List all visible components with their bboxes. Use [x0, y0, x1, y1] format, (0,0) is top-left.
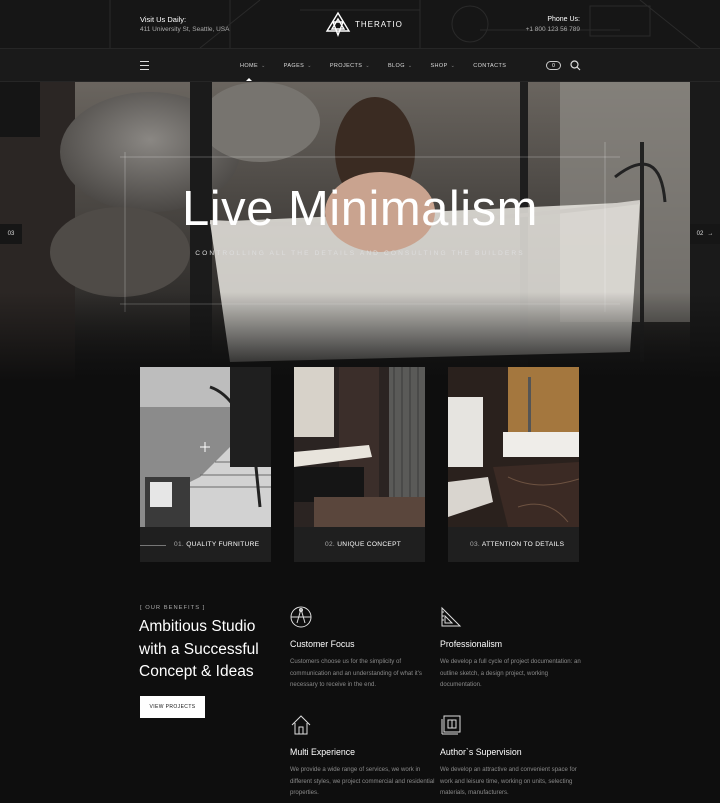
- main-nav: HOME ⌄ PAGES ⌄ PROJECTS ⌄ BLOG ⌄ SHOP ⌄ CONTA…: [240, 49, 524, 83]
- logo-icon: [325, 11, 351, 37]
- feature-title: Multi Experience: [290, 747, 356, 757]
- arrow-right-icon: →: [707, 231, 714, 237]
- top-bar: Visit Us Daily: 411 University St, Seatt…: [0, 0, 720, 48]
- feature-card-concept[interactable]: 02. UNIQUE CONCEPT: [294, 367, 425, 562]
- brand-name: THERATIO: [355, 19, 403, 29]
- chevron-down-icon: ⌄: [450, 63, 456, 69]
- card-caption: 01. QUALITY FURNITURE: [174, 541, 260, 548]
- feature-title: Author`s Supervision: [440, 747, 522, 757]
- phone-label: Phone Us:: [547, 16, 580, 23]
- compass-icon: [290, 606, 312, 628]
- view-projects-button[interactable]: VIEW PROJECTS: [140, 696, 205, 718]
- feature-text: We develop a full cycle of project docum…: [440, 658, 581, 689]
- ruler-triangle-icon: [441, 606, 462, 627]
- card-caption: 03. ATTENTION TO DETAILS: [470, 541, 565, 548]
- benefits-title: Ambitious Studio with a Successful Conce…: [139, 618, 259, 680]
- nav-item-home[interactable]: HOME ⌄: [240, 63, 266, 81]
- card-caption: 02. UNIQUE CONCEPT: [325, 541, 402, 548]
- visit-label: Visit Us Daily:: [140, 15, 187, 24]
- prev-slide-button[interactable]: 03: [0, 224, 22, 244]
- chevron-down-icon: ⌄: [261, 63, 266, 69]
- bathroom-sink-image: [294, 367, 425, 527]
- house-icon: [291, 715, 311, 735]
- site-logo[interactable]: THERATIO: [325, 11, 403, 37]
- phone-number[interactable]: +1 800 123 56 789: [526, 25, 580, 35]
- feature-card-details[interactable]: 03. ATTENTION TO DETAILS: [448, 367, 579, 562]
- benefits-tag: [ OUR BENEFITS ]: [140, 605, 206, 611]
- nav-item-shop[interactable]: SHOP ⌄: [430, 63, 455, 69]
- chevron-down-icon: ⌄: [407, 63, 413, 69]
- address-block: Visit Us Daily: 411 University St, Seatt…: [140, 15, 229, 35]
- phone-block: Phone Us: +1 800 123 56 789: [526, 15, 580, 35]
- address-text: 411 University St, Seattle, USA: [140, 26, 230, 33]
- hero-title: Live Minimalism: [181, 182, 538, 236]
- main-navbar: HOME ⌄ PAGES ⌄ PROJECTS ⌄ BLOG ⌄ SHOP ⌄ CONTA…: [0, 48, 720, 82]
- marble-bathroom-image: [448, 367, 579, 527]
- chevron-down-icon: ⌄: [365, 63, 370, 69]
- blueprint-icon: [441, 715, 461, 735]
- nav-item-pages[interactable]: PAGES ⌄: [284, 63, 312, 69]
- hero-subtitle: CONTROLLING ALL THE DETAILS AND CONSULTI…: [195, 250, 525, 257]
- feature-title: Customer Focus: [290, 639, 355, 649]
- cart-count: 0: [552, 62, 555, 69]
- feature-text: Customers choose us for the simplicity o…: [290, 658, 422, 689]
- feature-title: Professionalism: [440, 639, 503, 649]
- nav-item-blog[interactable]: BLOG ⌄: [388, 63, 412, 69]
- search-icon[interactable]: [570, 60, 581, 71]
- chevron-down-icon: ⌄: [307, 63, 312, 69]
- feature-card-furniture[interactable]: 01. QUALITY FURNITURE: [140, 367, 271, 562]
- nav-item-contacts[interactable]: CONTACTS: [473, 63, 506, 69]
- next-slide-button[interactable]: 02 →: [690, 224, 720, 244]
- feature-text: We provide a wide range of services, we …: [290, 766, 435, 797]
- feature-text: We develop an attractive and convenient …: [440, 766, 577, 797]
- cart-icon[interactable]: 0: [546, 61, 561, 70]
- nav-item-projects[interactable]: PROJECTS ⌄: [330, 63, 370, 69]
- hamburger-menu-icon[interactable]: [140, 61, 149, 70]
- stairs-image: [140, 367, 271, 527]
- hero-slider: Live Minimalism CONTROLLING ALL THE DETA…: [0, 82, 720, 382]
